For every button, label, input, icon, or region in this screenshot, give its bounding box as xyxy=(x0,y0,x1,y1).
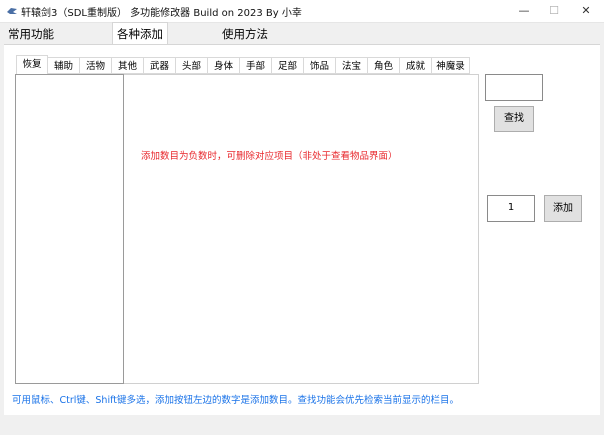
sub-tab-accessory[interactable]: 饰品 xyxy=(304,57,336,74)
sub-tab-hand[interactable]: 手部 xyxy=(240,57,272,74)
sub-tab-foot[interactable]: 足部 xyxy=(272,57,304,74)
sub-tab-body[interactable]: 身体 xyxy=(208,57,240,74)
add-button[interactable]: 添加 xyxy=(544,195,582,222)
window-title: 轩辕剑3（SDL重制版） 多功能修改器 Build on 2023 By 小幸 xyxy=(21,8,302,19)
item-listbox[interactable] xyxy=(15,74,124,384)
sub-tab-assist[interactable]: 辅助 xyxy=(48,57,80,74)
sub-tab-achievement[interactable]: 成就 xyxy=(400,57,432,74)
sub-tab-living[interactable]: 活物 xyxy=(80,57,112,74)
sub-tab-bestiary[interactable]: 神魔录 xyxy=(432,57,470,74)
search-button[interactable]: 查找 xyxy=(494,106,534,132)
sub-tab-treasure[interactable]: 法宝 xyxy=(336,57,368,74)
close-button[interactable]: ✕ xyxy=(570,0,602,22)
delete-hint: 添加数目为负数时，可删除对应项目（非处于查看物品界面） xyxy=(141,151,398,162)
sub-tab-character[interactable]: 角色 xyxy=(368,57,400,74)
title-bar: 轩辕剑3（SDL重制版） 多功能修改器 Build on 2023 By 小幸 … xyxy=(0,0,604,23)
usage-hint: 可用鼠标、Ctrl键、Shift键多选，添加按钮左边的数字是添加数目。查找功能会… xyxy=(12,395,459,406)
search-input[interactable] xyxy=(485,74,543,101)
sub-tab-head[interactable]: 头部 xyxy=(176,57,208,74)
quantity-input[interactable]: 1 xyxy=(487,195,535,222)
minimize-button[interactable]: — xyxy=(508,0,540,22)
sub-tab-weapon[interactable]: 武器 xyxy=(144,57,176,74)
sub-tab-other[interactable]: 其他 xyxy=(112,57,144,74)
sub-tab-recover[interactable]: 恢复 xyxy=(16,55,48,74)
maximize-button[interactable]: ☐ xyxy=(538,0,570,22)
tab-various-add[interactable]: 各种添加 xyxy=(112,22,168,45)
tab-usage[interactable]: 使用方法 xyxy=(220,24,270,44)
app-icon xyxy=(7,8,17,14)
tab-common-functions[interactable]: 常用功能 xyxy=(6,24,56,44)
